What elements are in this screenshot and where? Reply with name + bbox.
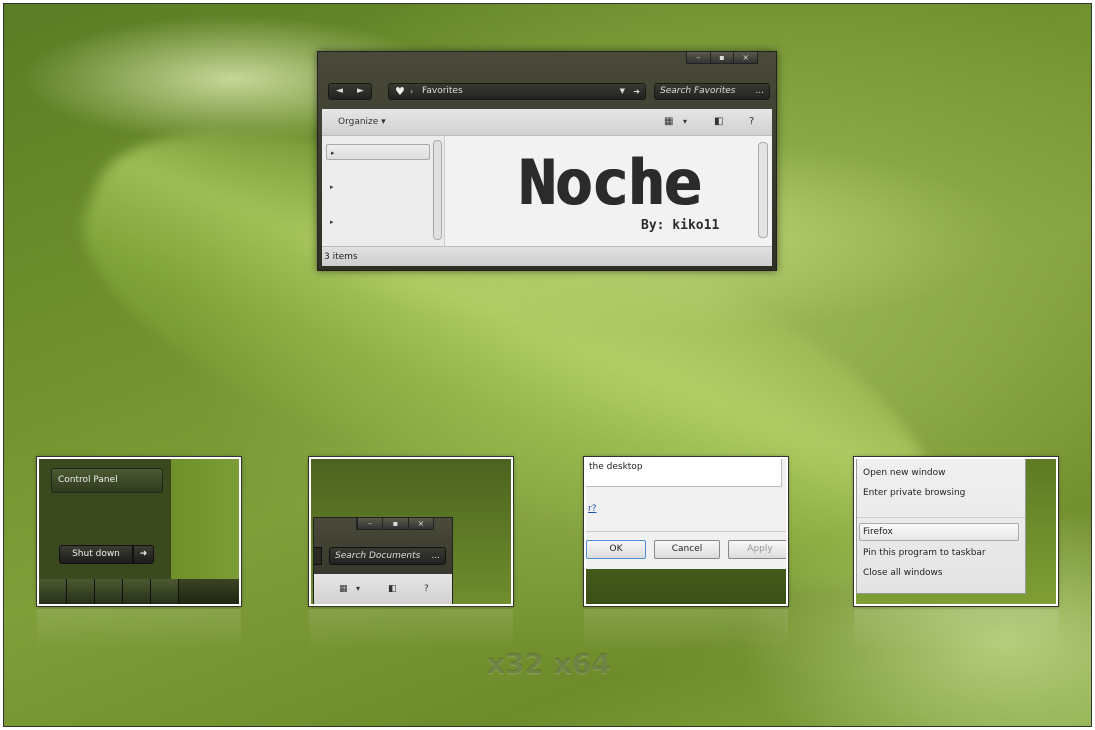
search-placeholder: Search Favorites: [660, 86, 736, 96]
command-bar: Organize ▾ ▦ ▾ ◧ ?: [322, 109, 772, 136]
menu-item-pin-to-taskbar[interactable]: Pin this program to taskbar: [863, 548, 986, 558]
item-count: 3 items: [324, 252, 358, 262]
content-scrollbar[interactable]: [758, 142, 768, 238]
theme-author: By: kiko11: [641, 218, 720, 233]
nav-buttons: ◄ ►: [328, 83, 372, 100]
forward-button[interactable]: ►: [350, 84, 371, 99]
jump-list: Open new window Enter private browsing F…: [856, 459, 1026, 594]
address-dropdown-icon[interactable]: ▼: [620, 84, 625, 99]
control-panel-item[interactable]: Control Panel: [51, 468, 163, 493]
help-icon[interactable]: ?: [749, 116, 754, 127]
reflection: [309, 609, 513, 649]
minimize-button[interactable]: –: [357, 518, 382, 529]
dialog-text: the desktop: [586, 459, 782, 487]
view-icon[interactable]: ▦: [339, 584, 348, 594]
dialog-box: the desktop r? OK Cancel Apply: [586, 459, 786, 569]
status-bar: 3 items: [322, 246, 772, 266]
reflection: [854, 609, 1058, 649]
jumplist-preview: Open new window Enter private browsing F…: [854, 457, 1058, 606]
minimize-button[interactable]: –: [687, 52, 710, 63]
go-arrow-icon[interactable]: ➜: [633, 84, 640, 99]
shut-down-arrow-icon[interactable]: ➜: [133, 545, 154, 564]
search-more-button[interactable]: ...: [431, 548, 440, 564]
preview-pane-icon[interactable]: ◧: [388, 584, 397, 594]
view-dropdown-icon[interactable]: ▾: [356, 584, 360, 593]
architecture-label: x32 x64: [487, 647, 611, 680]
dialog-preview: the desktop r? OK Cancel Apply: [584, 457, 788, 606]
reflection: [37, 609, 241, 649]
theme-title: Noche: [518, 146, 701, 219]
shut-down-button[interactable]: Shut down: [59, 545, 133, 564]
reflection: [584, 609, 788, 649]
content-area: Noche By: kiko11: [445, 136, 772, 246]
ok-button[interactable]: OK: [586, 540, 646, 559]
menu-item-private-browsing[interactable]: Enter private browsing: [863, 488, 965, 498]
address-bar-edge: [314, 547, 322, 565]
apply-button[interactable]: Apply: [728, 540, 786, 559]
dialog-link[interactable]: r?: [588, 504, 596, 514]
nav-pane-item[interactable]: ▸: [326, 214, 430, 230]
address-bar[interactable]: ♥ › Favorites ▼ ➜: [388, 83, 646, 100]
caption-buttons: – ▪ ×: [686, 52, 758, 64]
heart-icon: ♥: [395, 85, 405, 98]
nav-pane-item[interactable]: ▸: [326, 144, 430, 160]
nav-pane-scrollbar[interactable]: [433, 140, 442, 240]
explorer-window: – ▪ × ◄ ► ♥ › Favorites ▼ ➜ Search Favor…: [317, 51, 777, 271]
help-icon[interactable]: ?: [424, 584, 429, 594]
taskbar-preview: [39, 579, 239, 604]
close-button[interactable]: ×: [407, 518, 433, 529]
caption-buttons: – ▪ ×: [356, 518, 434, 530]
maximize-button[interactable]: ▪: [382, 518, 407, 529]
explorer-preview: – ▪ × Search Documents ... ▦ ▾ ◧ ?: [309, 457, 513, 606]
menu-item-open-new-window[interactable]: Open new window: [863, 468, 946, 478]
breadcrumb-arrow-icon[interactable]: ›: [410, 84, 413, 99]
search-documents-input[interactable]: Search Documents ...: [329, 547, 446, 565]
menu-item-close-all[interactable]: Close all windows: [863, 568, 943, 578]
navigation-pane: ▸ ▸ ▸: [322, 136, 445, 246]
preview-pane-icon[interactable]: ◧: [714, 116, 723, 127]
view-icon[interactable]: ▦: [664, 116, 673, 127]
mini-explorer-window: – ▪ × Search Documents ... ▦ ▾ ◧ ?: [313, 517, 453, 604]
menu-divider: [857, 517, 1025, 518]
command-bar: ▦ ▾ ◧ ?: [314, 574, 452, 604]
maximize-button[interactable]: ▪: [709, 52, 734, 63]
organize-button[interactable]: Organize ▾: [338, 117, 386, 127]
start-menu-preview: Control Panel Shut down ➜: [37, 457, 241, 606]
search-more-button[interactable]: ...: [755, 84, 764, 99]
view-dropdown-icon[interactable]: ▾: [683, 117, 687, 126]
menu-item-firefox[interactable]: Firefox: [859, 523, 1019, 541]
back-button[interactable]: ◄: [329, 84, 350, 99]
nav-pane-item[interactable]: ▸: [326, 179, 430, 195]
cancel-button[interactable]: Cancel: [654, 540, 720, 559]
address-location[interactable]: Favorites: [422, 84, 463, 99]
search-input[interactable]: Search Favorites ...: [654, 83, 770, 100]
dialog-button-bar: OK Cancel Apply: [586, 531, 786, 569]
close-button[interactable]: ×: [733, 52, 757, 63]
search-placeholder: Search Documents: [335, 551, 421, 561]
